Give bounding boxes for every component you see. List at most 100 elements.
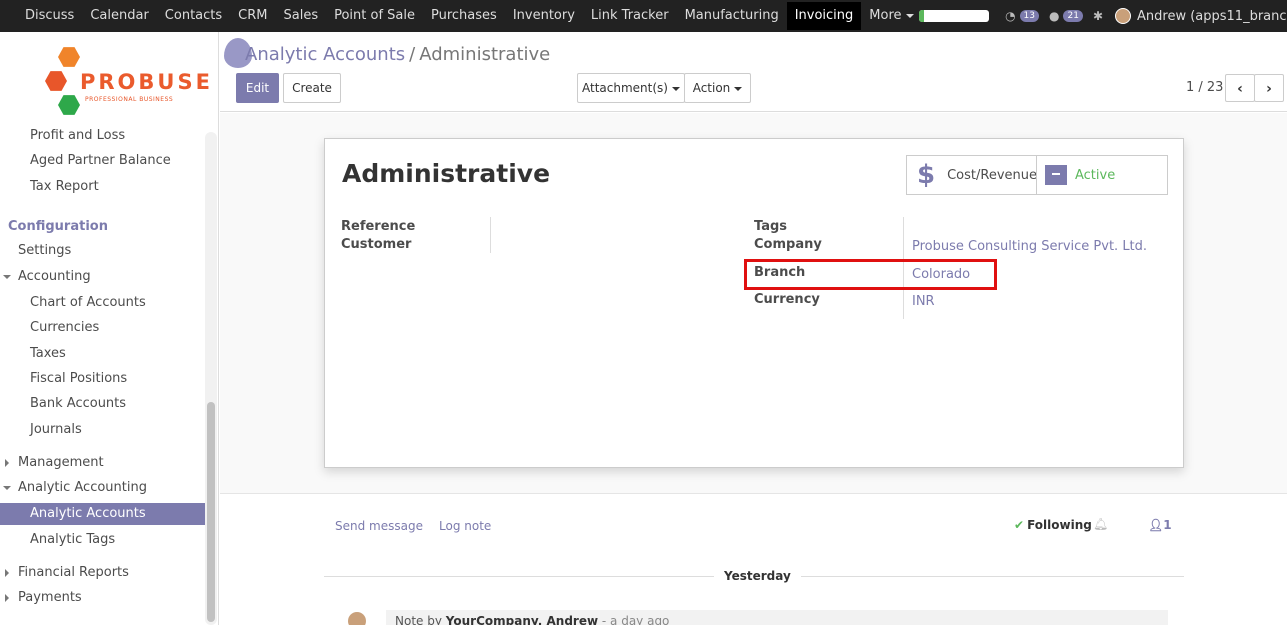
followers-button[interactable]: 👤︎1 [1148,518,1172,532]
company-logo: PROBUSE PROFESSIONAL BUSINESS [40,44,210,119]
chevron-left-icon: ‹ [1237,81,1243,97]
archive-box-icon [1045,165,1067,185]
menu-sales[interactable]: Sales [275,2,326,30]
currency-label: Currency [754,292,820,307]
sidebar-item-settings[interactable]: Settings [0,240,205,262]
sidebar-item-payments[interactable]: Payments [0,587,205,609]
branch-highlight-box [744,259,997,290]
form-view: Administrative $ Cost/Revenue Active Ref… [220,113,1287,493]
menu-contacts[interactable]: Contacts [157,2,230,30]
menu-point-of-sale[interactable]: Point of Sale [326,2,423,30]
logo-hex-icon [58,47,80,67]
cost-revenue-smart-button[interactable]: $ Cost/Revenue [906,155,1037,195]
logo-hex-icon [58,95,80,115]
caret-down-icon [3,486,11,490]
onboarding-progress-bar[interactable] [919,10,990,22]
field-divider [490,217,491,253]
active-toggle-button[interactable]: Active [1036,155,1168,195]
sidebar-item-management[interactable]: Management [0,452,205,474]
sidebar-item-taxes[interactable]: Taxes [0,343,205,365]
followers-count: 1 [1163,518,1172,532]
user-icon: 👤︎ [1148,518,1164,532]
message-item: Note by YourCompany, Andrew - a day ago [386,610,1168,625]
breadcrumb: Analytic Accounts / Administrative [245,44,550,65]
attachments-label: Attachment(s) [582,81,668,95]
app-menu: Discuss Calendar Contacts CRM Sales Poin… [0,0,922,32]
sidebar-item-analytic-tags[interactable]: Analytic Tags [0,529,205,551]
user-menu[interactable]: Andrew (apps11_branc... [1137,9,1287,24]
systray: ◔ 13 ● 21 ✱ Andrew (apps11_branc... [919,0,1287,32]
menu-invoicing[interactable]: Invoicing [786,2,862,30]
caret-right-icon [5,459,9,467]
active-label: Active [1075,167,1116,183]
following-label: Following [1027,518,1092,532]
sidebar-item-label: Payments [18,590,82,605]
caret-down-icon [905,13,914,18]
pager-previous-button[interactable]: ‹ [1225,74,1255,102]
create-button[interactable]: Create [283,73,341,103]
debug-bug-icon[interactable]: ✱ [1093,9,1103,23]
sidebar-item-tax-report[interactable]: Tax Report [0,176,205,198]
logo-hex-icon [45,71,67,91]
action-dropdown[interactable]: Action [684,73,751,103]
caret-right-icon [5,569,9,577]
reference-label: Reference [341,219,416,234]
menu-purchases[interactable]: Purchases [423,2,505,30]
sidebar-item-label: Management [18,455,104,470]
customer-label: Customer [341,237,412,252]
company-label: Company [754,237,822,252]
menu-crm[interactable]: CRM [230,2,275,30]
action-label: Action [692,81,731,95]
sidebar-item-profit-and-loss[interactable]: Profit and Loss [0,125,205,147]
menu-inventory[interactable]: Inventory [505,2,583,30]
messages-icon[interactable]: ● [1049,9,1059,23]
sidebar-item-journals[interactable]: Journals [0,419,205,441]
activity-icon[interactable]: ◔ [1005,9,1015,23]
company-value[interactable]: Probuse Consulting Service Pvt. Ltd. [912,239,1147,254]
menu-manufacturing[interactable]: Manufacturing [677,2,787,30]
edit-button[interactable]: Edit [236,73,279,103]
note-author[interactable]: YourCompany, Andrew [446,614,598,625]
send-message-button[interactable]: Send message [335,519,423,533]
sidebar-item-accounting[interactable]: Accounting [0,266,205,288]
sidebar-item-bank-accounts[interactable]: Bank Accounts [0,393,205,415]
activity-count-badge: 13 [1019,10,1039,22]
pager-next-button[interactable]: › [1254,74,1284,102]
top-navbar: Discuss Calendar Contacts CRM Sales Poin… [0,0,1287,32]
menu-calendar[interactable]: Calendar [82,2,156,30]
menu-discuss[interactable]: Discuss [17,2,82,30]
check-icon: ✔ [1014,518,1025,532]
breadcrumb-current: Administrative [419,44,551,65]
menu-link-tracker[interactable]: Link Tracker [583,2,677,30]
form-sheet: Administrative $ Cost/Revenue Active Ref… [324,138,1184,468]
caret-down-icon [734,86,743,91]
day-separator-label: Yesterday [714,569,801,583]
sidebar-item-chart-of-accounts[interactable]: Chart of Accounts [0,292,205,314]
currency-value[interactable]: INR [912,294,935,309]
caret-right-icon [5,594,9,602]
chevron-right-icon: › [1266,81,1272,97]
dollar-icon: $ [917,160,936,190]
sidebar-scrollbar-thumb[interactable] [207,402,215,622]
breadcrumb-parent[interactable]: Analytic Accounts [245,44,405,65]
sidebar-scrollbar[interactable] [205,132,217,625]
menu-more[interactable]: More [861,2,921,30]
author-avatar[interactable] [348,612,366,625]
log-note-button[interactable]: Log note [439,519,491,533]
sidebar-item-aged-partner-balance[interactable]: Aged Partner Balance [0,150,205,172]
cost-revenue-label: Cost/Revenue [947,167,1037,183]
menu-more-label: More [869,8,902,23]
sidebar-item-fiscal-positions[interactable]: Fiscal Positions [0,368,205,390]
pager-value[interactable]: 1 / 23 [1186,80,1223,95]
note-time: - a day ago [601,614,670,625]
sidebar-item-analytic-accounts[interactable]: Analytic Accounts [0,503,205,525]
user-avatar[interactable] [1115,8,1131,24]
note-prefix: Note by [395,614,442,625]
attachments-dropdown[interactable]: Attachment(s) [577,73,685,103]
following-button[interactable]: ✔ Following [1014,518,1092,532]
sidebar-item-financial-reports[interactable]: Financial Reports [0,562,205,584]
sidebar-item-analytic-accounting[interactable]: Analytic Accounting [0,477,205,499]
sidebar-item-currencies[interactable]: Currencies [0,317,205,339]
sidebar: PROBUSE PROFESSIONAL BUSINESS Profit and… [0,32,219,625]
bell-icon[interactable]: 🔔︎ [1093,517,1108,531]
